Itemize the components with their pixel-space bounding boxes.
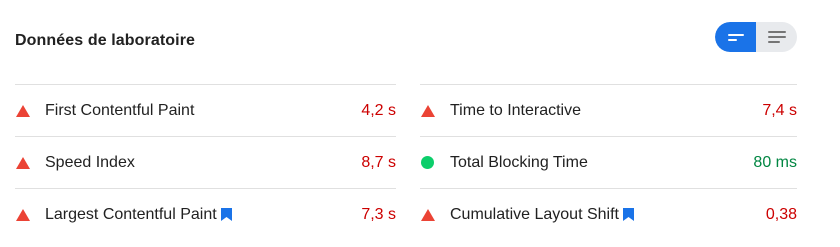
section-title: Données de laboratoire (15, 32, 196, 49)
lab-data-header: Données de laboratoire (15, 22, 797, 62)
metric-row-tti: Time to Interactive 7,4 s (420, 84, 797, 136)
red-triangle-icon (420, 104, 450, 117)
list-view-icon (767, 31, 786, 43)
summary-view-button[interactable] (715, 22, 756, 52)
metrics-column-left: First Contentful Paint 4,2 s Speed Index… (15, 84, 396, 240)
metric-value: 4,2 s (361, 101, 396, 119)
metric-row-speed-index: Speed Index 8,7 s (15, 136, 396, 188)
green-circle-icon (420, 156, 450, 169)
red-triangle-icon (15, 156, 45, 169)
summary-view-icon (727, 33, 744, 41)
bookmark-icon (622, 208, 634, 221)
metric-value: 7,3 s (361, 205, 396, 223)
metric-label-wrap: Largest Contentful Paint (45, 206, 232, 224)
metric-label: Cumulative Layout Shift (450, 205, 619, 223)
red-triangle-icon (420, 208, 450, 221)
list-view-button[interactable] (756, 22, 797, 52)
metric-row-lcp: Largest Contentful Paint 7,3 s (15, 188, 396, 240)
metric-label-wrap: Cumulative Layout Shift (450, 206, 634, 224)
metric-value: 8,7 s (361, 153, 396, 171)
metric-row-tbt: Total Blocking Time 80 ms (420, 136, 797, 188)
metric-label: Total Blocking Time (450, 153, 588, 171)
lab-data-panel: Données de laboratoire First Contentful … (0, 0, 840, 247)
metrics-column-right: Time to Interactive 7,4 s Total Blocking… (420, 84, 797, 240)
metric-row-cls: Cumulative Layout Shift 0,38 (420, 188, 797, 240)
metric-value: 7,4 s (762, 101, 797, 119)
metric-value: 0,38 (765, 205, 797, 223)
metric-label: First Contentful Paint (45, 101, 195, 119)
red-triangle-icon (15, 208, 45, 221)
metric-label: Speed Index (45, 153, 135, 171)
metric-label: Largest Contentful Paint (45, 205, 217, 223)
view-toggle[interactable] (715, 22, 797, 52)
bookmark-icon (220, 208, 232, 221)
metric-value: 80 ms (753, 153, 797, 171)
metric-label: Time to Interactive (450, 101, 582, 119)
red-triangle-icon (15, 104, 45, 117)
metric-row-fcp: First Contentful Paint 4,2 s (15, 84, 396, 136)
